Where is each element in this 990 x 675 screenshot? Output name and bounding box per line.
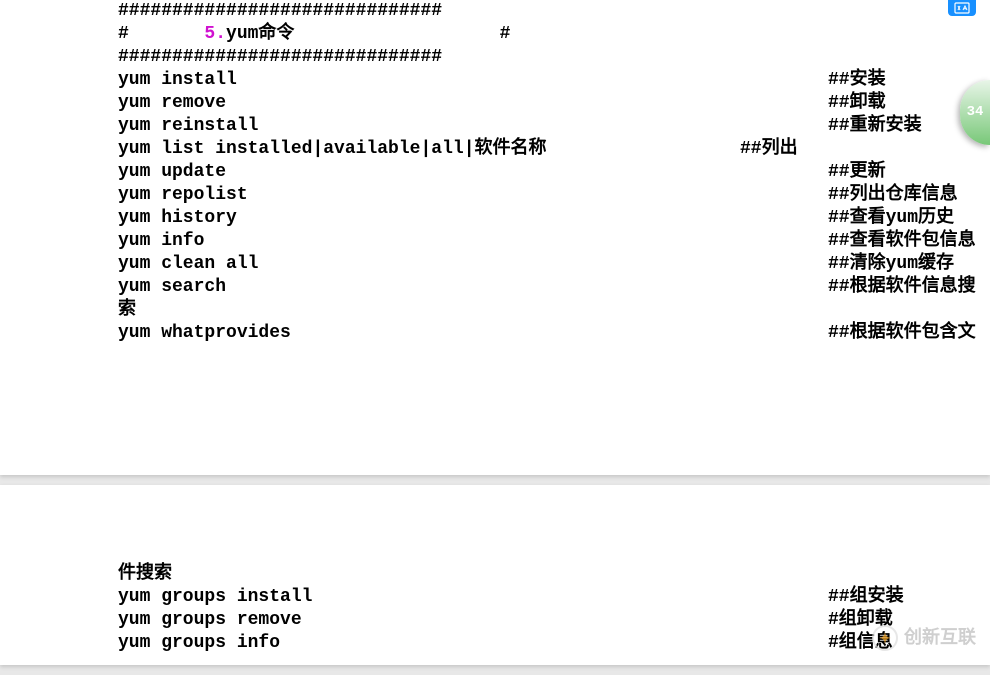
cmd-line: yum update##更新 <box>118 161 990 184</box>
section-number: 5. <box>204 24 226 44</box>
header-border-top: ############################## <box>118 0 990 23</box>
cmd-line: 件搜索 <box>118 563 990 586</box>
cmd-line: 索 <box>118 299 990 322</box>
cmd-line: yum clean all##清除yum缓存 <box>118 253 990 276</box>
cmd-line: yum groups remove#组卸载 <box>118 609 990 632</box>
page-2: 件搜索 yum groups install##组安装 yum groups r… <box>0 485 990 665</box>
cmd-line: yum groups info#组信息 <box>118 632 990 655</box>
cmd-line: yum install##安装 <box>118 69 990 92</box>
cmd-line: yum reinstall##重新安装 <box>118 115 990 138</box>
cmd-line: yum whatprovides##根据软件包含文 <box>118 322 990 345</box>
watermark-text: 创新互联 <box>904 626 976 649</box>
cmd-line: yum info##查看软件包信息 <box>118 230 990 253</box>
cmd-line: yum repolist##列出仓库信息 <box>118 184 990 207</box>
header-title: # 5.yum命令 # <box>118 23 990 46</box>
watermark-icon: ✦ <box>872 625 898 651</box>
cmd-line: yum list installed|available|all|软件名称##列… <box>118 138 990 161</box>
cmd-line: yum search##根据软件信息搜 <box>118 276 990 299</box>
page-1: ############################## # 5.yum命令… <box>0 0 990 475</box>
cmd-line: yum remove##卸载 <box>118 92 990 115</box>
watermark: ✦ 创新互联 <box>872 625 976 651</box>
cmd-line: yum groups install##组安装 <box>118 586 990 609</box>
cmd-line: yum history##查看yum历史 <box>118 207 990 230</box>
header-border-bottom: ############################## <box>118 46 990 69</box>
